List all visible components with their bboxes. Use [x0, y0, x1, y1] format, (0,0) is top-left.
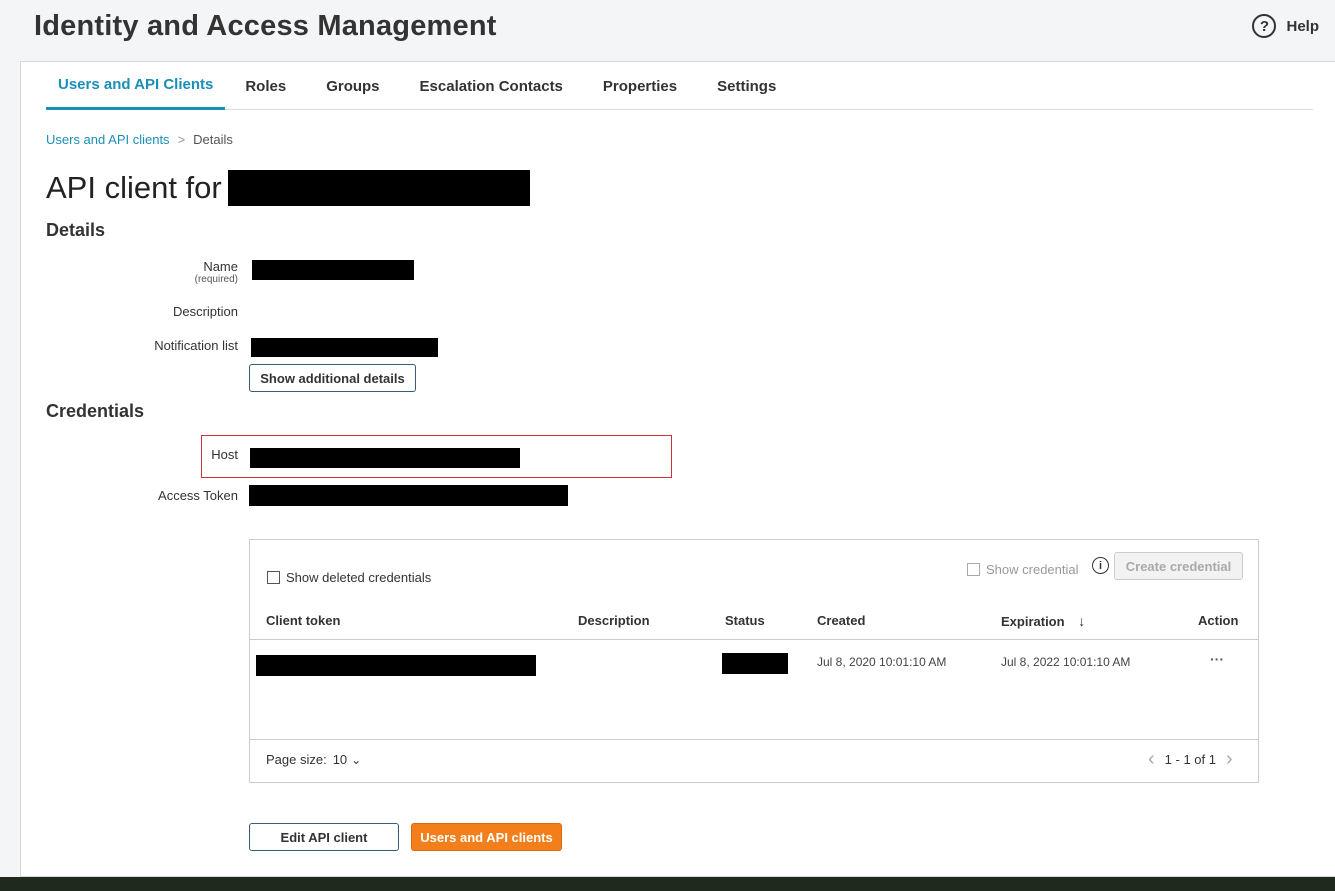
taskbar — [0, 877, 1335, 891]
redacted-client-token — [256, 655, 536, 676]
credentials-heading: Credentials — [46, 401, 145, 421]
redacted-name-value — [252, 260, 414, 280]
col-status: Status — [725, 613, 765, 628]
chevron-down-icon[interactable]: ⌄ — [351, 753, 361, 767]
row-action-menu-icon[interactable]: ··· — [1210, 651, 1224, 667]
col-expiration[interactable]: Expiration ↓ — [1001, 613, 1085, 629]
help-link[interactable]: ? Help — [1252, 14, 1319, 38]
notification-list-label: Notification list — [154, 338, 238, 353]
main-panel: Users and API Clients Roles Groups Escal… — [20, 61, 1335, 877]
sort-down-icon[interactable]: ↓ — [1078, 613, 1085, 629]
pagination-text: 1 - 1 of 1 — [1164, 752, 1216, 767]
name-label: Name (required) — [195, 259, 238, 285]
header: Identity and Access Management ? Help — [0, 0, 1335, 60]
tab-escalation-contacts[interactable]: Escalation Contacts — [400, 62, 583, 110]
col-created: Created — [817, 613, 866, 628]
host-label: Host — [211, 447, 238, 462]
col-expiration-label[interactable]: Expiration — [1001, 614, 1065, 629]
breadcrumb-separator: > — [177, 132, 186, 147]
show-credential-label[interactable]: Show credential — [986, 562, 1079, 577]
row-created: Jul 8, 2020 10:01:10 AM — [817, 655, 947, 669]
page-size-label: Page size: — [266, 752, 327, 767]
show-additional-details-button[interactable]: Show additional details — [249, 364, 416, 392]
page-size: Page size: 10 ⌄ — [266, 752, 361, 767]
tab-settings[interactable]: Settings — [697, 62, 796, 110]
redacted-host-value — [250, 448, 520, 468]
breadcrumb-current: Details — [193, 132, 233, 147]
redacted-notification-value — [251, 338, 438, 357]
edit-api-client-button[interactable]: Edit API client — [249, 823, 399, 851]
breadcrumb: Users and API clients > Details — [46, 132, 233, 147]
credentials-table: Show deleted credentials Show credential… — [249, 539, 1259, 783]
redacted-access-token-value — [249, 485, 568, 506]
next-page-icon[interactable]: › — [1226, 748, 1233, 771]
name-required-text: (required) — [194, 274, 238, 285]
details-heading: Details — [46, 220, 106, 240]
tab-groups[interactable]: Groups — [306, 62, 399, 110]
access-token-label: Access Token — [158, 488, 238, 503]
description-label: Description — [172, 304, 238, 319]
tab-users-and-api-clients[interactable]: Users and API Clients — [46, 62, 226, 110]
info-icon[interactable]: i — [1092, 557, 1109, 574]
create-credential-button[interactable]: Create credential — [1114, 552, 1243, 580]
help-label[interactable]: Help — [1286, 18, 1319, 35]
prev-page-icon[interactable]: ‹ — [1148, 748, 1155, 771]
page-size-value[interactable]: 10 — [333, 752, 347, 767]
pagination: ‹ 1 - 1 of 1 › — [1148, 748, 1233, 771]
col-description: Description — [578, 613, 650, 628]
tab-properties[interactable]: Properties — [583, 62, 697, 110]
page-title-text: API client for — [46, 170, 222, 205]
users-and-api-clients-button[interactable]: Users and API clients — [411, 823, 562, 851]
row-expiration: Jul 8, 2022 10:01:10 AM — [1001, 655, 1131, 669]
page-size-select[interactable]: 10 ⌄ — [333, 752, 362, 767]
tab-roles[interactable]: Roles — [225, 62, 306, 110]
tab-bar: Users and API Clients Roles Groups Escal… — [46, 62, 1313, 110]
redacted-client-name — [227, 170, 530, 206]
name-label-text: Name — [203, 259, 238, 274]
col-client-token: Client token — [266, 613, 341, 628]
table-footer-divider — [250, 739, 1258, 740]
breadcrumb-link[interactable]: Users and API clients — [46, 132, 170, 147]
show-credential[interactable]: Show credential — [967, 562, 1079, 577]
show-credential-checkbox[interactable] — [967, 563, 980, 576]
show-deleted-credentials[interactable]: Show deleted credentials — [267, 570, 431, 585]
col-action: Action — [1198, 613, 1239, 628]
page-title: API client for — [46, 170, 530, 206]
app-title: Identity and Access Management — [34, 10, 497, 42]
show-deleted-label[interactable]: Show deleted credentials — [286, 570, 431, 585]
redacted-status — [722, 653, 788, 674]
show-deleted-checkbox[interactable] — [267, 571, 280, 584]
table-header-divider — [250, 639, 1258, 640]
help-icon[interactable]: ? — [1252, 14, 1277, 38]
